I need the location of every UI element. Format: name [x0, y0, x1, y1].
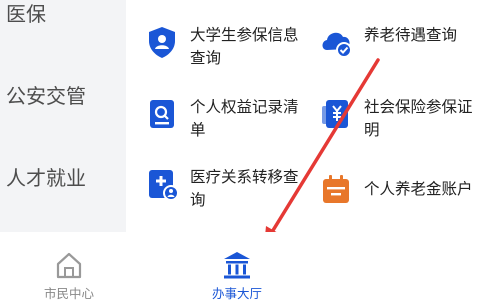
government-hall-icon	[224, 252, 250, 279]
medical-transfer-icon	[149, 170, 179, 201]
sidebar-item-medical-insurance[interactable]: 医保	[0, 0, 126, 34]
service-label-line1: 个人养老金账户	[364, 180, 473, 198]
tab-service-hall[interactable]: 办事大厅	[172, 232, 302, 303]
service-label-line1: 医疗关系转移查	[190, 168, 299, 186]
service-label-line1: 大学生参保信息	[190, 26, 299, 44]
service-personal-rights-record[interactable]: 个人权益记录清 单	[144, 96, 314, 142]
service-label-line1: 社会保险参保证	[364, 98, 473, 116]
service-label-line2: 询	[190, 191, 206, 209]
service-label-line2: 明	[364, 121, 380, 139]
service-personal-pension-account[interactable]: 个人养老金账户	[318, 172, 480, 208]
service-pension-benefit-query[interactable]: 养老待遇查询	[318, 24, 480, 60]
service-label-line1: 养老待遇查询	[364, 26, 458, 44]
shield-person-icon	[149, 27, 175, 58]
document-search-icon	[150, 100, 174, 128]
tab-citizen-center[interactable]: 市民中心	[4, 232, 134, 303]
sidebar-item-public-security-traffic[interactable]: 公安交管	[0, 76, 126, 116]
tab-label: 市民中心	[43, 286, 94, 301]
service-label-line1: 个人权益记录清	[190, 98, 299, 116]
calendar-account-icon	[323, 175, 349, 203]
home-icon	[56, 252, 82, 279]
category-sidebar: 医保 公安交管 人才就业	[0, 0, 126, 232]
sidebar-item-talent-employment[interactable]: 人才就业	[0, 158, 126, 198]
cloud-check-icon	[322, 32, 352, 58]
service-label-line2: 单	[190, 121, 206, 139]
yuan-document-icon	[322, 100, 348, 128]
tab-label: 办事大厅	[211, 286, 262, 301]
service-medical-transfer-query[interactable]: 医疗关系转移查 询	[144, 166, 314, 212]
service-social-insurance-certificate[interactable]: 社会保险参保证 明	[318, 96, 480, 142]
bottom-tab-bar: 市民中心 办事大厅	[0, 232, 480, 303]
service-college-insurance-query[interactable]: 大学生参保信息 查询	[144, 24, 314, 70]
service-label-line2: 查询	[190, 49, 222, 67]
service-grid: 大学生参保信息 查询 养老待遇查询 个人权益记录清 单 社会保险参保证 明 医疗…	[126, 0, 480, 232]
